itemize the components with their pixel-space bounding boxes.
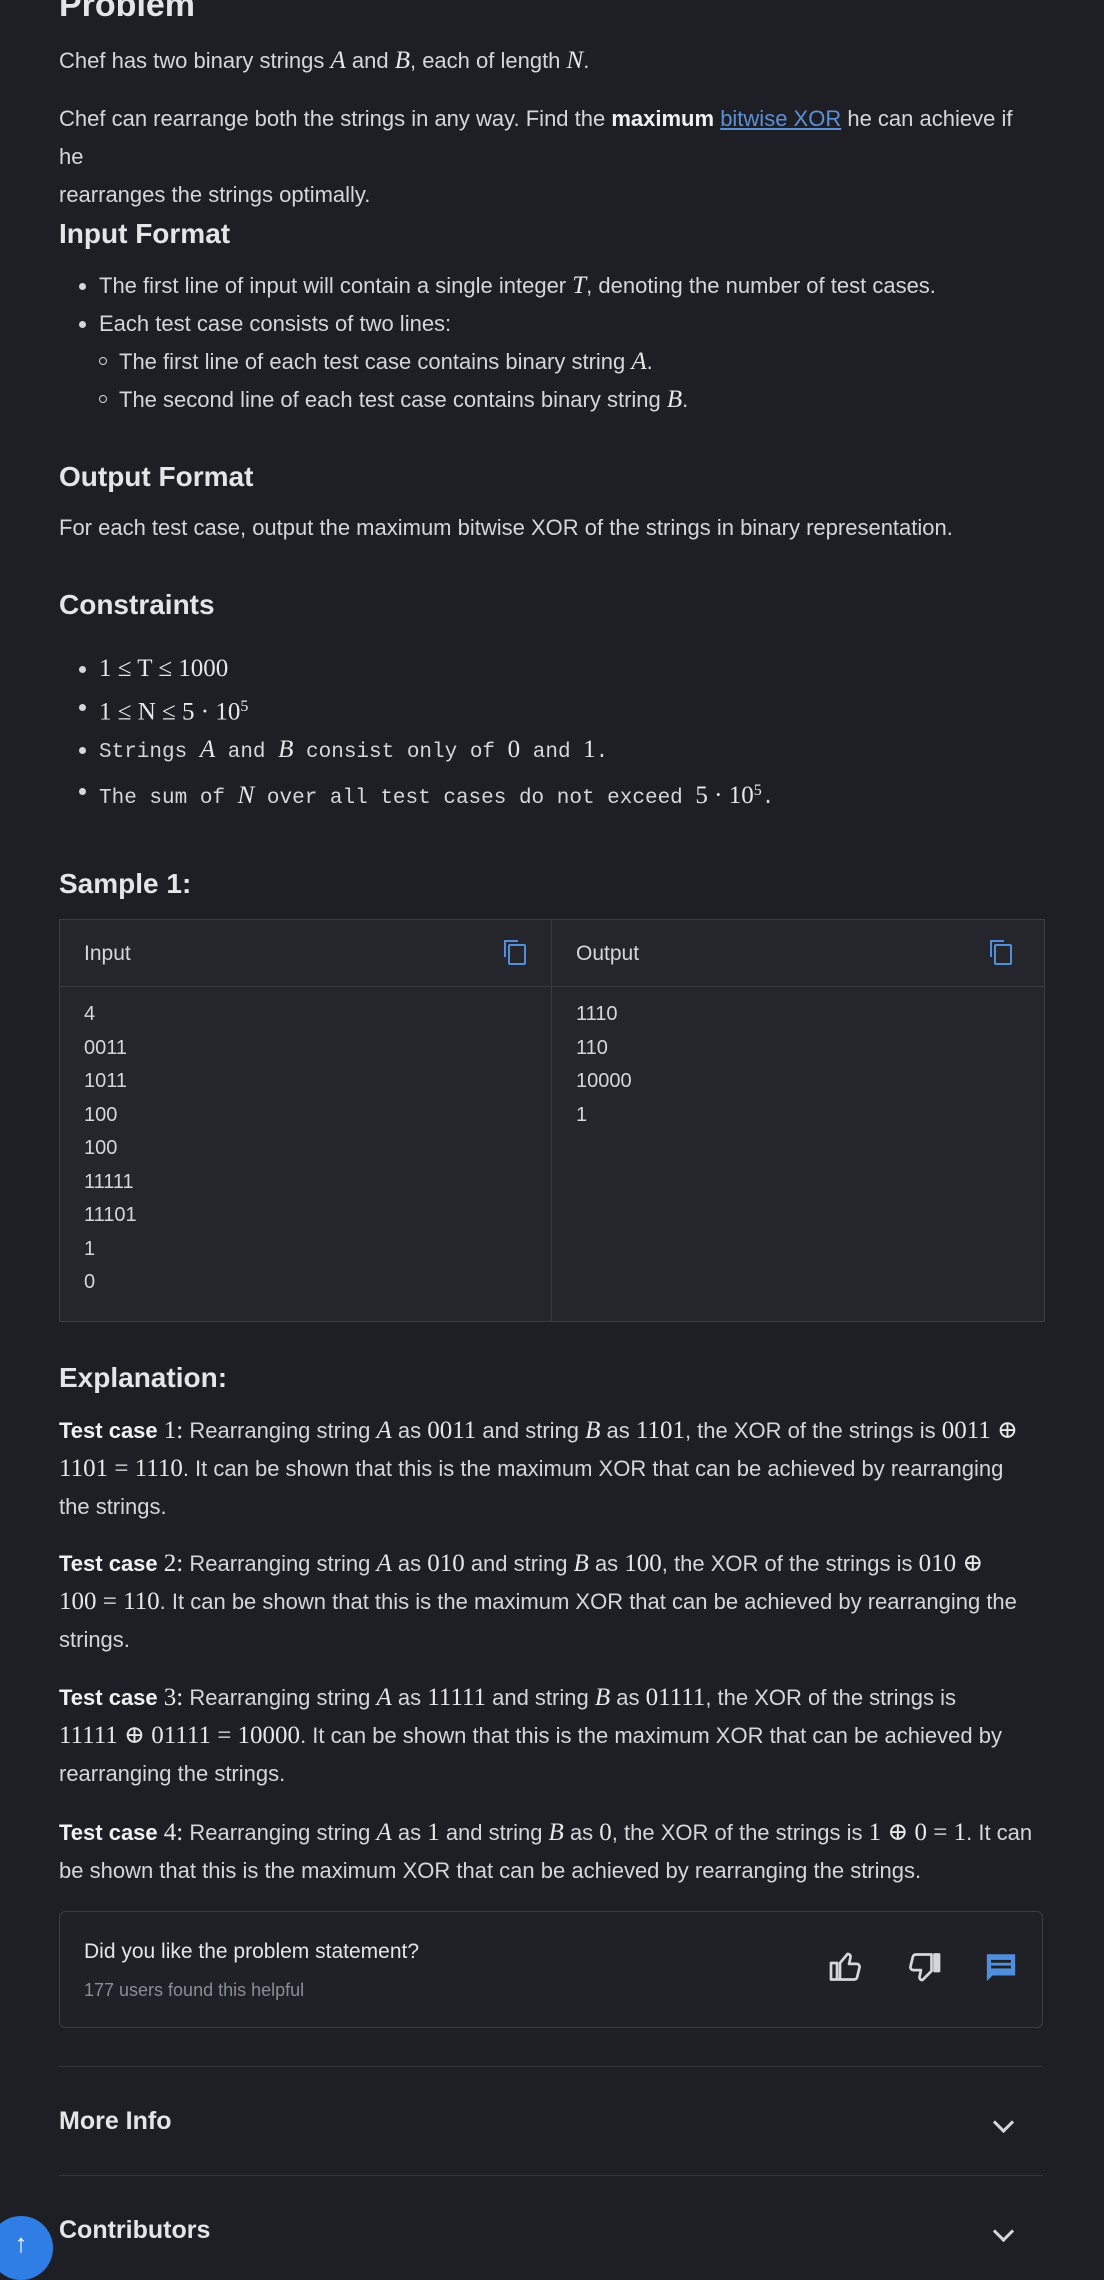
sample-line: 11101 bbox=[84, 1204, 137, 1226]
input-format-list: The first line of input will contain a s… bbox=[79, 267, 1039, 419]
sample-output-label: Output bbox=[576, 942, 640, 965]
explanation-heading: Explanation: bbox=[59, 1362, 228, 1393]
divider bbox=[59, 2066, 1043, 2067]
copy-icon[interactable] bbox=[990, 940, 1012, 965]
chevron-down-icon bbox=[992, 2111, 1015, 2134]
helpful-count: 177 users found this helpful bbox=[84, 1980, 305, 2000]
thumbs-down-icon[interactable] bbox=[905, 1950, 943, 1986]
page-title: Problem bbox=[59, 0, 196, 24]
list-item: The first line of each test case contain… bbox=[99, 343, 1039, 381]
sample-line: 1011 bbox=[84, 1070, 128, 1092]
bitwise-xor-link[interactable]: bitwise XOR bbox=[720, 106, 841, 131]
sample-line: 0 bbox=[84, 1271, 96, 1293]
task-text: Chef can rearrange both the strings in a… bbox=[59, 106, 1013, 207]
sample-output-column: Output 1110 110 10000 1 bbox=[552, 920, 1044, 1321]
sample-output-header: Output bbox=[552, 920, 1044, 987]
constraints-list: 1 ≤ T ≤ 1000 1 ≤ N ≤ 5 · 105 Strings A a… bbox=[79, 650, 1039, 818]
list-item: Strings A and B consist only of 0 and 1. bbox=[79, 731, 1039, 772]
list-item: Each test case consists of two lines: bbox=[79, 305, 1039, 343]
explanation-case-1: Test case 1: Rearranging string A as 001… bbox=[59, 1417, 1019, 1519]
sample-io-table: Input 4 0011 1011 100 100 11111 11101 1 0 Output… bbox=[59, 919, 1045, 1322]
explanation-case-4: Test case 4: Rearranging string A as 1 a… bbox=[59, 1819, 1033, 1883]
more-info-accordion[interactable]: More Info bbox=[59, 2107, 1043, 2136]
feedback-question: Did you like the problem statement? bbox=[84, 1940, 420, 1963]
list-item: 1 ≤ T ≤ 1000 bbox=[79, 650, 1039, 688]
sample-line: 110 bbox=[576, 1036, 608, 1059]
input-format-heading: Input Format bbox=[59, 218, 231, 249]
sample-line: 100 bbox=[84, 1103, 118, 1126]
sample-line: 100 bbox=[84, 1137, 118, 1159]
copy-icon[interactable] bbox=[504, 940, 526, 965]
explanation-case-2: Test case 2: Rearranging string A as 010… bbox=[59, 1550, 1017, 1652]
divider bbox=[59, 2175, 1043, 2176]
list-item: The first line of input will contain a s… bbox=[79, 267, 1039, 305]
sample-heading: Sample 1: bbox=[59, 868, 192, 899]
scroll-to-top-button[interactable]: ↑ bbox=[0, 2216, 53, 2280]
comment-icon[interactable] bbox=[984, 1950, 1018, 1984]
constraints-heading: Constraints bbox=[59, 589, 215, 620]
sample-line: 1110 bbox=[576, 1003, 618, 1025]
list-item: The sum of N over all test cases do not … bbox=[79, 772, 1039, 818]
sample-input-column: Input 4 0011 1011 100 100 11111 11101 1 0 bbox=[60, 920, 552, 1321]
chevron-down-icon bbox=[992, 2220, 1015, 2243]
sample-input-lines: 4 0011 1011 100 100 11111 11101 1 0 bbox=[84, 998, 137, 1300]
sample-line: 1 bbox=[576, 1103, 588, 1126]
sample-line: 1 bbox=[84, 1237, 96, 1260]
sample-input-header: Input bbox=[60, 920, 551, 987]
explanation-case-3: Test case 3: Rearranging string A as 111… bbox=[59, 1684, 1002, 1786]
list-item: 1 ≤ N ≤ 5 · 105 bbox=[79, 688, 1039, 731]
arrow-up-icon: ↑ bbox=[14, 2228, 28, 2258]
contributors-label: Contributors bbox=[59, 2216, 211, 2244]
sample-line: 4 bbox=[84, 1003, 96, 1025]
contributors-accordion[interactable]: Contributors bbox=[59, 2216, 1043, 2245]
intro-text: Chef has two binary strings A and B, eac… bbox=[59, 47, 590, 74]
sample-output-lines: 1110 110 10000 1 bbox=[576, 998, 632, 1132]
list-item: The second line of each test case contai… bbox=[99, 381, 1039, 419]
thumbs-up-icon[interactable] bbox=[827, 1948, 865, 1984]
output-format-text: For each test case, output the maximum b… bbox=[59, 515, 953, 540]
feedback-card: Did you like the problem statement? 177 … bbox=[59, 1911, 1043, 2028]
sample-line: 11111 bbox=[84, 1170, 134, 1193]
output-format-heading: Output Format bbox=[59, 461, 254, 492]
more-info-label: More Info bbox=[59, 2107, 172, 2135]
sample-input-label: Input bbox=[84, 942, 131, 965]
sample-line: 10000 bbox=[576, 1070, 632, 1092]
sample-line: 0011 bbox=[84, 1036, 128, 1059]
